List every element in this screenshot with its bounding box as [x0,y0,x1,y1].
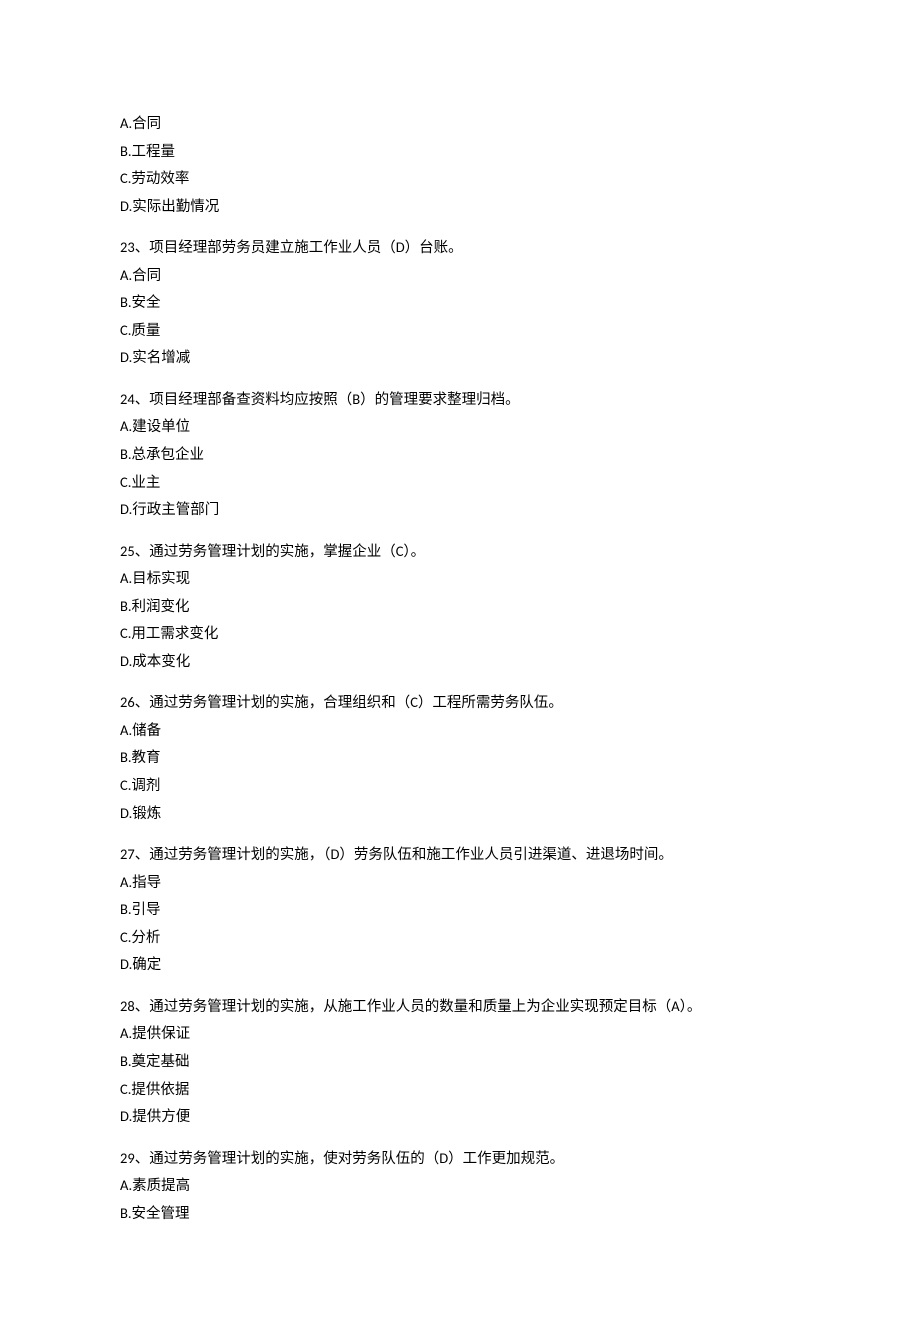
question-stem: 27、通过劳务管理计划的实施，（D）劳务队伍和施工作业人员引进渠道、进退场时间。 [120,841,800,869]
question-stem: 23、项目经理部劳务员建立施工作业人员（D）台账。 [120,234,800,262]
option-line: A.素质提高 [120,1172,800,1200]
option-line: B.教育 [120,744,800,772]
option-line: D.提供方便 [120,1103,800,1131]
option-line: C.调剂 [120,772,800,800]
option-line: B.总承包企业 [120,441,800,469]
option-line: B.安全管理 [120,1200,800,1228]
option-line: A.指导 [120,869,800,897]
question-block-24: 24、项目经理部备查资料均应按照（B）的管理要求整理归档。 A.建设单位 B.总… [120,386,800,524]
option-line: A.合同 [120,110,800,138]
option-line: A.合同 [120,262,800,290]
question-stem: 28、通过劳务管理计划的实施，从施工作业人员的数量和质量上为企业实现预定目标（A… [120,993,800,1021]
option-line: D.实际出勤情况 [120,193,800,221]
option-line: D.确定 [120,951,800,979]
option-line: C.用工需求变化 [120,620,800,648]
option-line: C.劳动效率 [120,165,800,193]
option-line: B.奠定基础 [120,1048,800,1076]
option-line: B.利润变化 [120,593,800,621]
question-block-25: 25、通过劳务管理计划的实施，掌握企业（C）。 A.目标实现 B.利润变化 C.… [120,538,800,676]
option-line: D.实名增减 [120,344,800,372]
option-line: A.建设单位 [120,413,800,441]
question-block-27: 27、通过劳务管理计划的实施，（D）劳务队伍和施工作业人员引进渠道、进退场时间。… [120,841,800,979]
question-block-29: 29、通过劳务管理计划的实施，使对劳务队伍的（D）工作更加规范。 A.素质提高 … [120,1145,800,1228]
question-block-28: 28、通过劳务管理计划的实施，从施工作业人员的数量和质量上为企业实现预定目标（A… [120,993,800,1131]
question-block-23: 23、项目经理部劳务员建立施工作业人员（D）台账。 A.合同 B.安全 C.质量… [120,234,800,372]
option-line: C.分析 [120,924,800,952]
question-stem: 29、通过劳务管理计划的实施，使对劳务队伍的（D）工作更加规范。 [120,1145,800,1173]
option-line: C.业主 [120,469,800,497]
option-line: D.行政主管部门 [120,496,800,524]
question-stem: 24、项目经理部备查资料均应按照（B）的管理要求整理归档。 [120,386,800,414]
prelude-options-block: A.合同 B.工程量 C.劳动效率 D.实际出勤情况 [120,110,800,220]
document-page: A.合同 B.工程量 C.劳动效率 D.实际出勤情况 23、项目经理部劳务员建立… [0,0,920,1321]
question-stem: 26、通过劳务管理计划的实施，合理组织和（C）工程所需劳务队伍。 [120,689,800,717]
option-line: A.目标实现 [120,565,800,593]
option-line: C.质量 [120,317,800,345]
option-line: D.成本变化 [120,648,800,676]
question-stem: 25、通过劳务管理计划的实施，掌握企业（C）。 [120,538,800,566]
option-line: A.储备 [120,717,800,745]
option-line: C.提供依据 [120,1076,800,1104]
question-block-26: 26、通过劳务管理计划的实施，合理组织和（C）工程所需劳务队伍。 A.储备 B.… [120,689,800,827]
option-line: D.锻炼 [120,800,800,828]
option-line: B.引导 [120,896,800,924]
option-line: B.安全 [120,289,800,317]
option-line: A.提供保证 [120,1020,800,1048]
option-line: B.工程量 [120,138,800,166]
